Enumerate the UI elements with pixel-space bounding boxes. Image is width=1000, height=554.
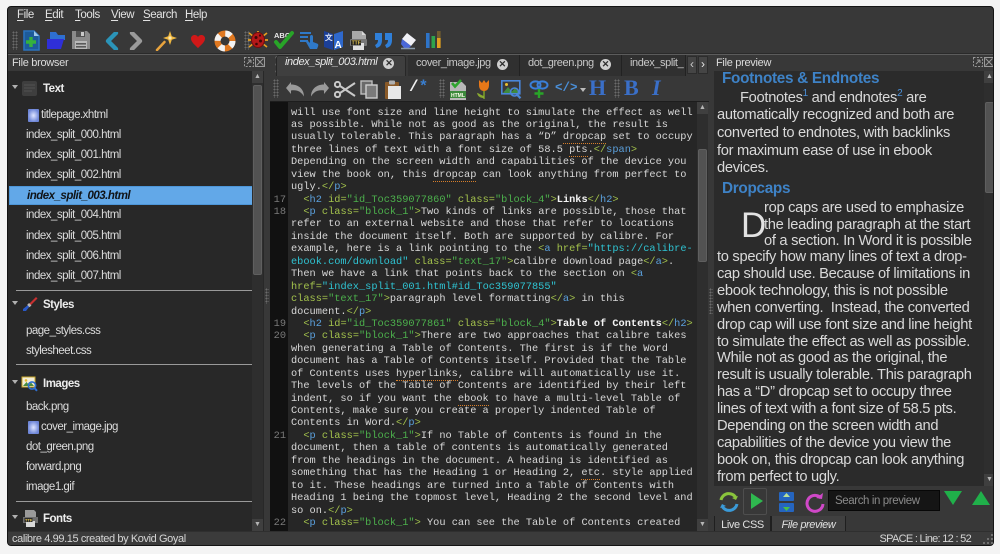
svg-text:文: 文 [325,32,333,42]
svg-text:HTML: HTML [451,93,465,99]
svg-text:TTF: TTF [25,518,33,523]
svg-text:A: A [335,40,342,51]
svg-text:TTF: TTF [352,41,361,47]
